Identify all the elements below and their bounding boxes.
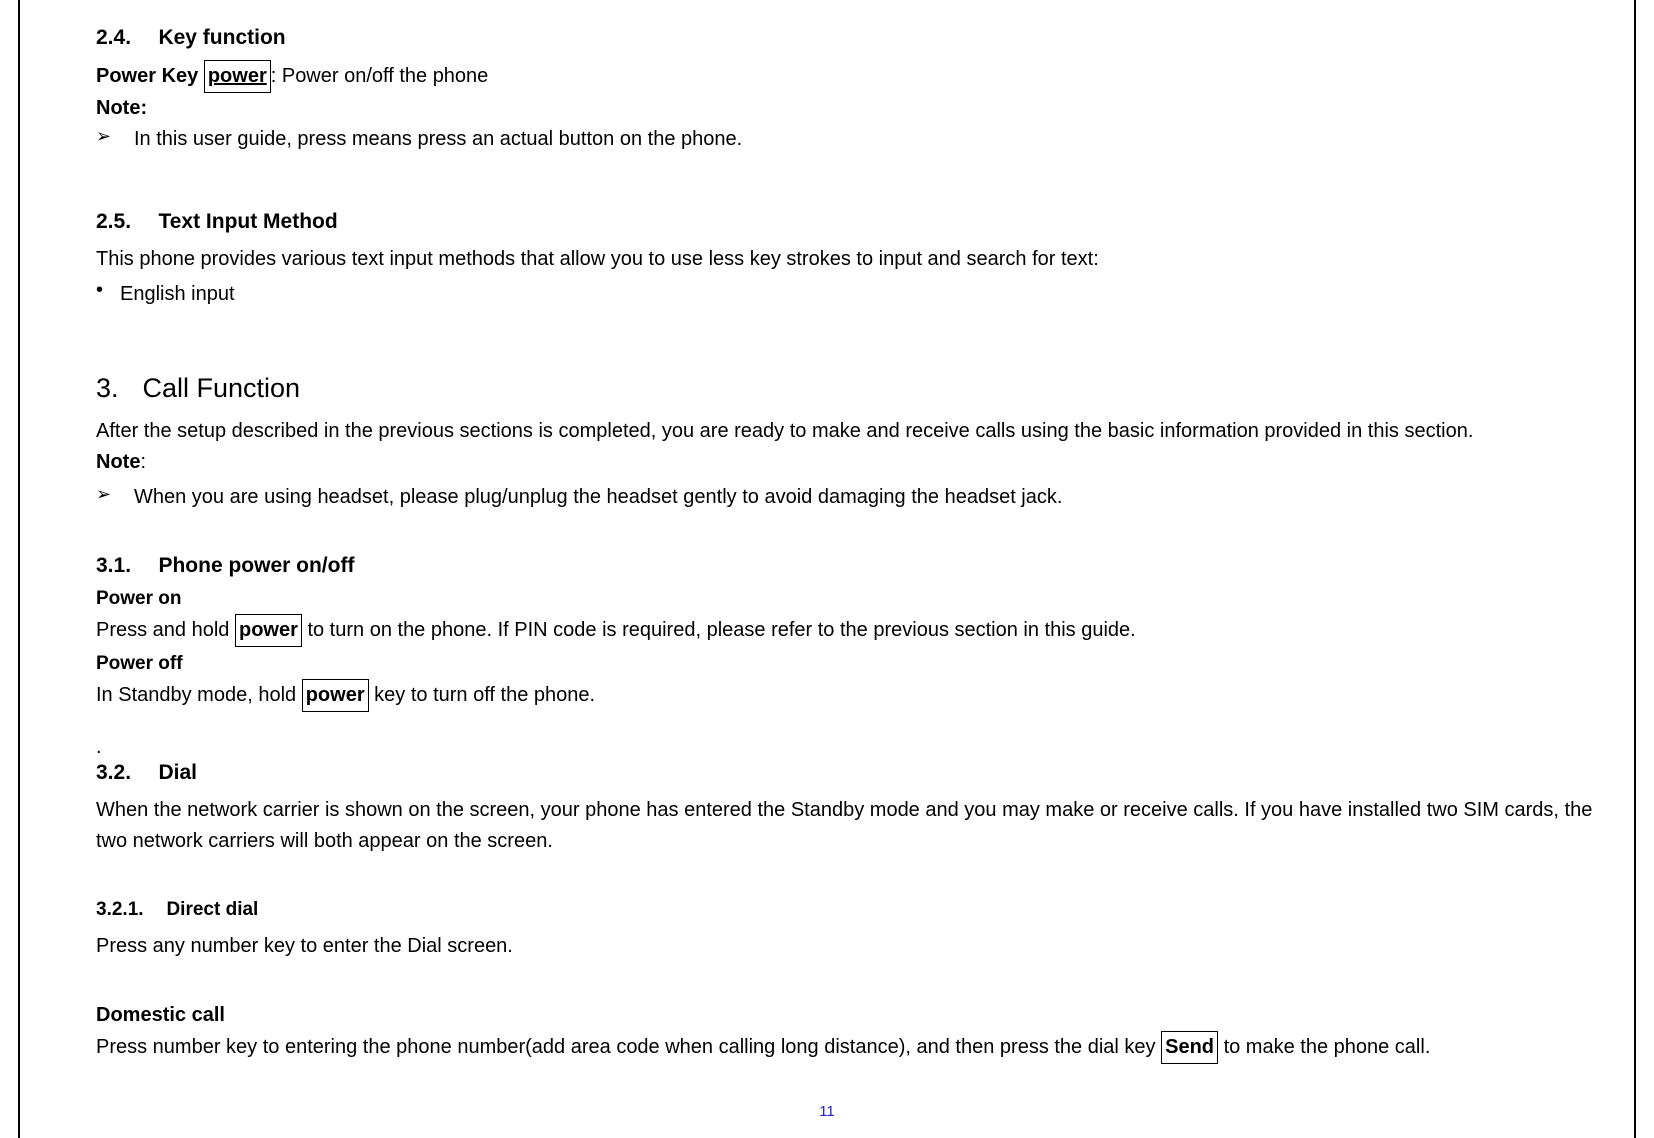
note-colon: :	[140, 451, 146, 473]
section-2-4-heading: 2.4. Key function	[96, 26, 1596, 50]
arrow-icon: ➢	[96, 482, 134, 505]
arrow-icon: ➢	[96, 124, 134, 147]
section-3-2-1-heading: 3.2.1. Direct dial	[96, 899, 1596, 921]
power-key-box: power	[302, 679, 369, 712]
section-title: Dial	[158, 761, 197, 784]
bullet-text: In this user guide, press means press an…	[134, 124, 742, 154]
power-key-label: Power Key	[96, 65, 204, 87]
text-post: key to turn off the phone.	[369, 684, 595, 706]
text-pre: Press and hold	[96, 619, 235, 641]
power-key-desc: : Power on/off the phone	[271, 65, 489, 87]
bullet-text: When you are using headset, please plug/…	[134, 482, 1062, 512]
subsection-body: Press any number key to enter the Dial s…	[96, 931, 1596, 962]
section-3-2-heading: 3.2. Dial	[96, 761, 1596, 785]
subsection-number: 3.2.1.	[96, 899, 162, 921]
chapter-number: 3.	[96, 373, 138, 404]
page-number: 11	[0, 1103, 1654, 1120]
section-number: 2.5.	[96, 210, 154, 234]
section-body: When the network carrier is shown on the…	[96, 795, 1596, 857]
domestic-call-label: Domestic call	[96, 1004, 1596, 1027]
text-pre: Press number key to entering the phone n…	[96, 1036, 1161, 1058]
dot-icon: •	[96, 279, 120, 302]
power-key-box: power	[235, 614, 302, 647]
section-2-5-heading: 2.5. Text Input Method	[96, 210, 1596, 234]
bullet-item: • English input	[96, 279, 1596, 309]
section-number: 3.2.	[96, 761, 154, 785]
chapter-body: After the setup described in the previou…	[96, 416, 1596, 447]
section-title: Key function	[158, 26, 285, 49]
note-label: Note:	[96, 97, 1596, 120]
power-key-line: Power Key power: Power on/off the phone	[96, 60, 1596, 93]
send-key-box: Send	[1161, 1031, 1218, 1064]
lone-dot: .	[96, 736, 1596, 759]
chapter-3-heading: 3. Call Function	[96, 373, 1596, 404]
power-off-label: Power off	[96, 653, 1596, 675]
bullet-item: ➢ When you are using headset, please plu…	[96, 482, 1596, 512]
note-label: Note	[96, 451, 140, 473]
section-title: Text Input Method	[158, 210, 337, 233]
section-number: 2.4.	[96, 26, 154, 50]
document-content: 2.4. Key function Power Key power: Power…	[96, 26, 1596, 1064]
power-off-line: In Standby mode, hold power key to turn …	[96, 679, 1596, 712]
power-on-label: Power on	[96, 588, 1596, 610]
section-body: This phone provides various text input m…	[96, 244, 1596, 275]
text-post: to turn on the phone. If PIN code is req…	[302, 619, 1136, 641]
text-pre: In Standby mode, hold	[96, 684, 302, 706]
domestic-call-line: Press number key to entering the phone n…	[96, 1031, 1596, 1064]
subsection-title: Direct dial	[166, 899, 258, 920]
power-on-line: Press and hold power to turn on the phon…	[96, 614, 1596, 647]
section-3-1-heading: 3.1. Phone power on/off	[96, 554, 1596, 578]
bullet-text: English input	[120, 279, 235, 309]
section-title: Phone power on/off	[158, 554, 354, 577]
note-line: Note:	[96, 447, 1596, 478]
section-number: 3.1.	[96, 554, 154, 578]
bullet-item: ➢ In this user guide, press means press …	[96, 124, 1596, 154]
text-post: to make the phone call.	[1218, 1036, 1430, 1058]
power-key-box: power	[204, 60, 271, 93]
chapter-title: Call Function	[142, 373, 300, 403]
